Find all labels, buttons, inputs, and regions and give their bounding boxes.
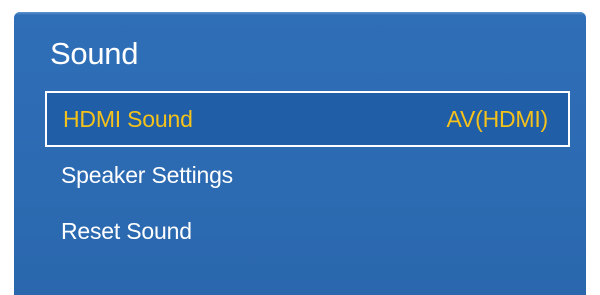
sound-menu-panel: Sound HDMI Sound AV(HDMI) Speaker Settin… xyxy=(14,12,586,295)
menu-item-hdmi-sound[interactable]: HDMI Sound AV(HDMI) xyxy=(45,91,570,147)
menu-item-label: HDMI Sound xyxy=(63,105,193,132)
menu-title: Sound xyxy=(50,36,139,71)
menu-item-speaker-settings[interactable]: Speaker Settings xyxy=(45,147,570,203)
menu-list: HDMI Sound AV(HDMI) Speaker Settings Res… xyxy=(45,91,570,259)
menu-item-reset-sound[interactable]: Reset Sound xyxy=(45,203,570,259)
menu-item-label: Speaker Settings xyxy=(61,161,233,188)
menu-item-value: AV(HDMI) xyxy=(446,105,549,132)
menu-item-label: Reset Sound xyxy=(61,217,192,244)
